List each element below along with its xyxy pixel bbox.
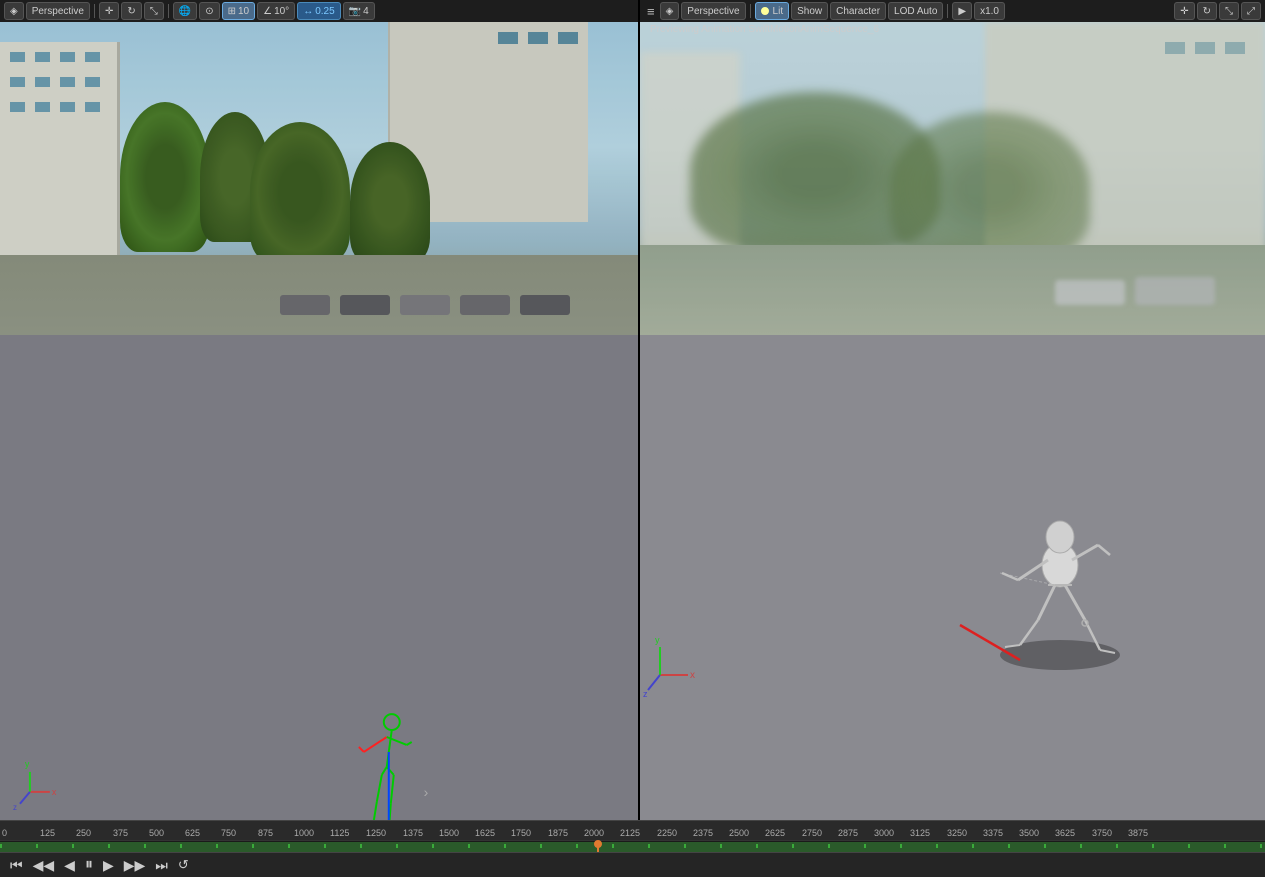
pause-btn[interactable]: ⏸ [83,856,95,874]
right-viewport-toolbar: ≡ ◈ Perspective Lit Show Character LOD A… [640,0,1265,22]
tick-3000: 3000 [874,828,894,838]
svg-text:y: y [655,635,660,645]
playback-controls: ⏮ ◀◀ ◀ ⏸ ▶ ▶▶ ⏭ ↺ [0,852,1265,877]
right-lod-btn[interactable]: LOD Auto [888,2,943,20]
loop-btn[interactable]: ↺ [176,857,191,873]
right-perspective-icon-btn[interactable]: ◈ [660,2,680,20]
tick-1000: 1000 [294,828,314,838]
tick-2875: 2875 [838,828,858,838]
right-speed-btn[interactable]: x1.0 [974,2,1005,20]
right-character-btn[interactable]: Character [830,2,886,20]
rewind-to-start-btn[interactable]: ⏮ [8,857,25,874]
viewport-right[interactable]: ≡ ◈ Perspective Lit Show Character LOD A… [640,0,1265,820]
right-toolbar-sep-1 [750,4,751,18]
left-scale-value-btn[interactable]: ↔ 0.25 [297,2,340,20]
left-perspective-icon-btn[interactable]: ◈ [4,2,24,20]
tick-375: 375 [113,828,128,838]
tick-1250: 1250 [366,828,386,838]
step-forward-btn[interactable]: ▶▶ [122,857,148,874]
left-grid-btn[interactable]: ⊞ 10 [222,2,256,20]
tick-2500: 2500 [729,828,749,838]
right-scene-top [640,22,1265,335]
svg-text:y: y [25,759,30,769]
tick-2125: 2125 [620,828,640,838]
right-scene-bottom: x y z [640,335,1265,820]
toolbar-sep-2 [168,4,169,18]
tick-125: 125 [40,828,55,838]
left-angle-btn[interactable]: ∠ 10° [257,2,295,20]
svg-text:x: x [52,787,57,797]
toolbar-sep-1 [94,4,95,18]
left-perspective-label-btn[interactable]: Perspective [26,2,90,20]
right-transform-btn[interactable]: ✛ [1174,2,1194,20]
tick-750: 750 [221,828,236,838]
tick-1500: 1500 [439,828,459,838]
svg-text:z: z [13,803,17,812]
tick-250: 250 [76,828,91,838]
right-play-btn[interactable]: ▶ [952,2,972,20]
tick-3625: 3625 [1055,828,1075,838]
svg-text:x: x [690,670,695,681]
svg-text:z: z [643,689,648,699]
tick-1625: 1625 [475,828,495,838]
tick-3875: 3875 [1128,828,1148,838]
left-snap-btn[interactable]: ⊙ [199,2,219,20]
tick-2625: 2625 [765,828,785,838]
tick-2250: 2250 [657,828,677,838]
left-skeleton-svg: x y z › [0,335,638,820]
tick-3500: 3500 [1019,828,1039,838]
tick-875: 875 [258,828,273,838]
playhead[interactable] [597,841,599,852]
right-hamburger-icon[interactable]: ≡ [644,4,658,19]
play-forward-btn[interactable]: ▶ [101,857,116,874]
tick-625: 625 [185,828,200,838]
right-toolbar-sep-2 [947,4,948,18]
left-camera-btn[interactable]: 📷 4 [343,2,375,20]
last-frame-btn[interactable]: ⏭ [153,857,170,874]
left-globe-btn[interactable]: 🌐 [173,2,197,20]
tick-3125: 3125 [910,828,930,838]
tick-500: 500 [149,828,164,838]
left-scale-btn[interactable]: ⤡ [144,2,164,20]
viewport-left[interactable]: ◈ Perspective ✛ ↻ ⤡ 🌐 ⊙ ⊞ 10 ∠ 10° ↔ 0.2… [0,0,640,820]
tick-3375: 3375 [983,828,1003,838]
left-transform-btn[interactable]: ✛ [99,2,119,20]
main-container: ◈ Perspective ✛ ↻ ⤡ 🌐 ⊙ ⊞ 10 ∠ 10° ↔ 0.2… [0,0,1265,877]
tick-2750: 2750 [802,828,822,838]
svg-text:›: › [424,784,429,800]
tick-3750: 3750 [1092,828,1112,838]
left-scene-bottom: x y z › [0,335,638,820]
animation-preview-text: Previewing Animation SwiftMotionAnimSequ… [650,24,879,35]
right-character-svg: x y z [640,335,1265,820]
right-expand-btn[interactable]: ⤢ [1241,2,1261,20]
step-back-btn[interactable]: ◀◀ [31,857,57,874]
tick-2000: 2000 [584,828,604,838]
timeline-area: 0 125 250 375 500 625 750 875 1000 1125 … [0,820,1265,877]
left-rotate-btn[interactable]: ↻ [121,2,141,20]
play-back-btn[interactable]: ◀ [62,857,77,874]
tick-1125: 1125 [330,828,349,838]
tick-3250: 3250 [947,828,967,838]
right-lit-btn[interactable]: Lit [755,2,790,20]
right-scale-btn[interactable]: ⤡ [1219,2,1239,20]
right-perspective-label-btn[interactable]: Perspective [681,2,745,20]
left-scene-top [0,22,638,335]
viewports-row: ◈ Perspective ✛ ↻ ⤡ 🌐 ⊙ ⊞ 10 ∠ 10° ↔ 0.2… [0,0,1265,820]
right-toolbar-extra: ✛ ↻ ⤡ ⤢ [1174,2,1261,20]
tick-2375: 2375 [693,828,713,838]
right-show-btn[interactable]: Show [791,2,828,20]
tick-1875: 1875 [548,828,568,838]
tick-0: 0 [2,828,7,838]
left-viewport-toolbar: ◈ Perspective ✛ ↻ ⤡ 🌐 ⊙ ⊞ 10 ∠ 10° ↔ 0.2… [0,0,638,22]
timeline-ruler[interactable]: 0 125 250 375 500 625 750 875 1000 1125 … [0,820,1265,840]
right-rotate-btn[interactable]: ↻ [1197,2,1217,20]
timeline-track[interactable] [0,840,1265,852]
tick-1375: 1375 [403,828,423,838]
tick-1750: 1750 [511,828,531,838]
